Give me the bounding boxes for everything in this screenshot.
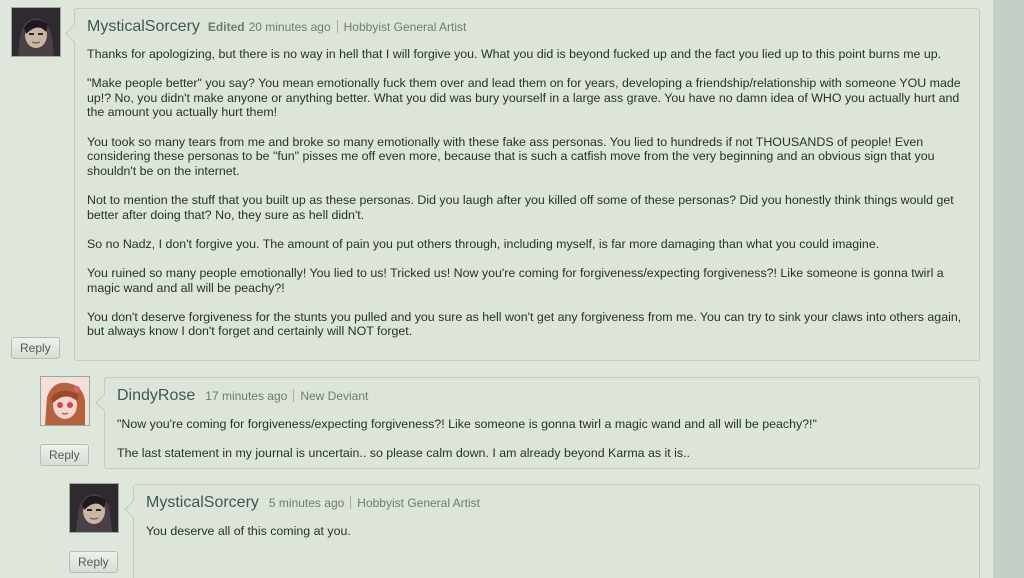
comment-paragraph: So no Nadz, I don't forgive you. The amo…	[87, 236, 880, 251]
comment-paragraph: Not to mention the stuff that you built …	[87, 192, 954, 222]
user-rank: Hobbyist General Artist	[343, 20, 467, 34]
username-link[interactable]: MysticalSorcery	[146, 494, 259, 511]
edited-label: Edited	[207, 20, 245, 34]
comment-paragraph: "Make people better" you say? You mean e…	[87, 76, 961, 120]
comment-paragraph: You don't deserve forgiveness for the st…	[87, 309, 962, 339]
divider	[336, 20, 338, 33]
comment-card: MysticalSorcery 5 minutes ago Hobbyist Gen…	[133, 484, 980, 578]
avatar[interactable]	[11, 7, 61, 57]
comment-paragraph: "Now you're coming for forgiveness/expec…	[117, 417, 817, 431]
comment-paragraph: You deserve all of this coming at you.	[146, 524, 351, 538]
timestamp[interactable]: 20 minutes ago	[249, 20, 331, 34]
username-link[interactable]: MysticalSorcery	[87, 18, 200, 35]
right-sidebar-strip	[993, 0, 1024, 578]
timestamp[interactable]: 17 minutes ago	[205, 389, 287, 403]
reply-button[interactable]: Reply	[40, 444, 89, 466]
comment-card: MysticalSorcery Edited 20 minutes ago Hobby…	[74, 8, 980, 361]
comment-paragraph: Thanks for apologizing, but there is no …	[87, 47, 942, 61]
comment-paragraph: The last statement in my journal is unce…	[117, 446, 690, 461]
user-rank: Hobbyist General Artist	[357, 496, 481, 510]
user-rank: New Deviant	[300, 389, 369, 403]
comment-header: MysticalSorcery 5 minutes ago Hobbyist Gen…	[146, 494, 480, 512]
divider	[350, 496, 352, 509]
comment-header: DindyRose 17 minutes ago New Deviant	[117, 387, 368, 405]
comment-body: "Now you're coming for forgiveness/expec…	[117, 417, 967, 475]
reply-button[interactable]: Reply	[69, 551, 118, 573]
comment-body: Thanks for apologizing, but there is no …	[87, 47, 967, 353]
username-link[interactable]: DindyRose	[117, 387, 195, 404]
reply-button[interactable]: Reply	[11, 337, 60, 359]
divider	[293, 389, 295, 402]
comment-paragraph: You ruined so many people emotionally! Y…	[87, 265, 944, 295]
avatar[interactable]	[69, 483, 119, 533]
timestamp[interactable]: 5 minutes ago	[269, 496, 344, 510]
comment-header: MysticalSorcery Edited 20 minutes ago Hobby…	[87, 18, 466, 36]
comment-body: You deserve all of this coming at you.	[146, 524, 967, 553]
comment-card: DindyRose 17 minutes ago New Deviant "Now …	[104, 377, 980, 469]
comment-paragraph: You took so many tears from me and broke…	[87, 134, 935, 178]
avatar[interactable]	[40, 376, 90, 426]
